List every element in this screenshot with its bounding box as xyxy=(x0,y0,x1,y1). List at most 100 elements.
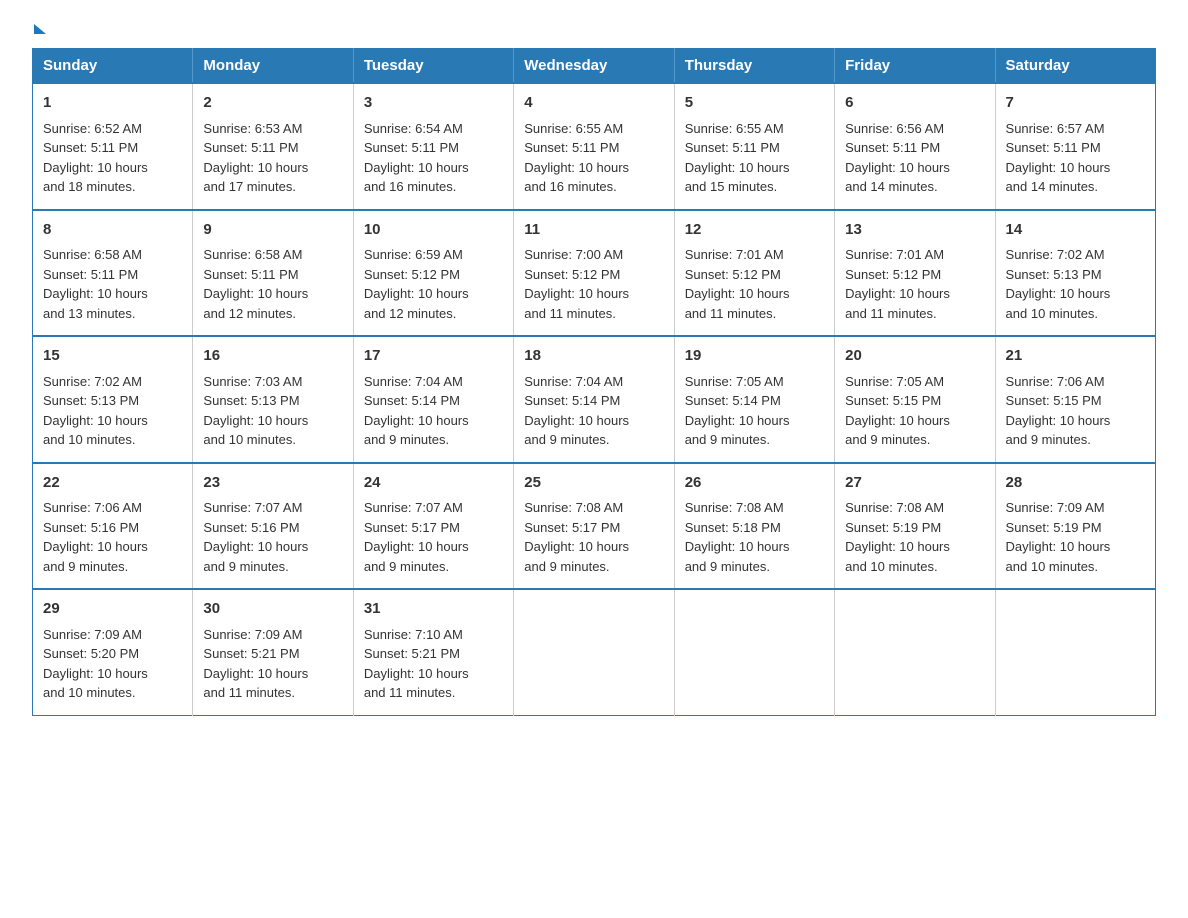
calendar-cell: 16 Sunrise: 7:03 AMSunset: 5:13 PMDaylig… xyxy=(193,336,353,463)
logo-arrow-icon xyxy=(34,24,46,34)
calendar-week-row: 15 Sunrise: 7:02 AMSunset: 5:13 PMDaylig… xyxy=(33,336,1156,463)
day-info: Sunrise: 6:53 AMSunset: 5:11 PMDaylight:… xyxy=(203,121,308,195)
day-number: 13 xyxy=(845,219,984,242)
calendar-cell: 14 Sunrise: 7:02 AMSunset: 5:13 PMDaylig… xyxy=(995,210,1155,337)
calendar-cell: 19 Sunrise: 7:05 AMSunset: 5:14 PMDaylig… xyxy=(674,336,834,463)
day-number: 16 xyxy=(203,345,342,368)
day-info: Sunrise: 7:00 AMSunset: 5:12 PMDaylight:… xyxy=(524,247,629,321)
weekday-header-wednesday: Wednesday xyxy=(514,49,674,84)
calendar-week-row: 1 Sunrise: 6:52 AMSunset: 5:11 PMDayligh… xyxy=(33,83,1156,210)
calendar-cell: 24 Sunrise: 7:07 AMSunset: 5:17 PMDaylig… xyxy=(353,463,513,590)
calendar-cell: 9 Sunrise: 6:58 AMSunset: 5:11 PMDayligh… xyxy=(193,210,353,337)
day-info: Sunrise: 7:03 AMSunset: 5:13 PMDaylight:… xyxy=(203,374,308,448)
calendar-cell: 17 Sunrise: 7:04 AMSunset: 5:14 PMDaylig… xyxy=(353,336,513,463)
calendar-cell: 10 Sunrise: 6:59 AMSunset: 5:12 PMDaylig… xyxy=(353,210,513,337)
day-info: Sunrise: 6:52 AMSunset: 5:11 PMDaylight:… xyxy=(43,121,148,195)
calendar-cell: 7 Sunrise: 6:57 AMSunset: 5:11 PMDayligh… xyxy=(995,83,1155,210)
weekday-header-sunday: Sunday xyxy=(33,49,193,84)
day-number: 5 xyxy=(685,92,824,115)
day-info: Sunrise: 7:07 AMSunset: 5:16 PMDaylight:… xyxy=(203,500,308,574)
calendar-cell: 1 Sunrise: 6:52 AMSunset: 5:11 PMDayligh… xyxy=(33,83,193,210)
day-info: Sunrise: 7:06 AMSunset: 5:16 PMDaylight:… xyxy=(43,500,148,574)
calendar-cell: 21 Sunrise: 7:06 AMSunset: 5:15 PMDaylig… xyxy=(995,336,1155,463)
day-number: 30 xyxy=(203,598,342,621)
day-number: 9 xyxy=(203,219,342,242)
calendar-cell: 13 Sunrise: 7:01 AMSunset: 5:12 PMDaylig… xyxy=(835,210,995,337)
day-number: 6 xyxy=(845,92,984,115)
day-number: 15 xyxy=(43,345,182,368)
weekday-header-thursday: Thursday xyxy=(674,49,834,84)
day-number: 22 xyxy=(43,472,182,495)
logo xyxy=(32,24,46,30)
calendar-cell xyxy=(995,589,1155,715)
weekday-header-friday: Friday xyxy=(835,49,995,84)
calendar-cell: 3 Sunrise: 6:54 AMSunset: 5:11 PMDayligh… xyxy=(353,83,513,210)
day-info: Sunrise: 6:57 AMSunset: 5:11 PMDaylight:… xyxy=(1006,121,1111,195)
day-info: Sunrise: 6:55 AMSunset: 5:11 PMDaylight:… xyxy=(685,121,790,195)
calendar-week-row: 22 Sunrise: 7:06 AMSunset: 5:16 PMDaylig… xyxy=(33,463,1156,590)
day-number: 1 xyxy=(43,92,182,115)
day-number: 18 xyxy=(524,345,663,368)
day-info: Sunrise: 6:56 AMSunset: 5:11 PMDaylight:… xyxy=(845,121,950,195)
calendar-cell xyxy=(835,589,995,715)
day-number: 29 xyxy=(43,598,182,621)
calendar-header: SundayMondayTuesdayWednesdayThursdayFrid… xyxy=(33,49,1156,84)
day-number: 24 xyxy=(364,472,503,495)
day-info: Sunrise: 7:01 AMSunset: 5:12 PMDaylight:… xyxy=(685,247,790,321)
calendar-cell xyxy=(514,589,674,715)
day-number: 27 xyxy=(845,472,984,495)
calendar-cell: 23 Sunrise: 7:07 AMSunset: 5:16 PMDaylig… xyxy=(193,463,353,590)
day-info: Sunrise: 7:05 AMSunset: 5:15 PMDaylight:… xyxy=(845,374,950,448)
calendar-cell: 6 Sunrise: 6:56 AMSunset: 5:11 PMDayligh… xyxy=(835,83,995,210)
day-info: Sunrise: 7:07 AMSunset: 5:17 PMDaylight:… xyxy=(364,500,469,574)
day-number: 20 xyxy=(845,345,984,368)
day-number: 2 xyxy=(203,92,342,115)
weekday-header-tuesday: Tuesday xyxy=(353,49,513,84)
weekday-header-row: SundayMondayTuesdayWednesdayThursdayFrid… xyxy=(33,49,1156,84)
day-info: Sunrise: 6:55 AMSunset: 5:11 PMDaylight:… xyxy=(524,121,629,195)
day-info: Sunrise: 6:54 AMSunset: 5:11 PMDaylight:… xyxy=(364,121,469,195)
day-number: 10 xyxy=(364,219,503,242)
day-info: Sunrise: 7:09 AMSunset: 5:20 PMDaylight:… xyxy=(43,627,148,701)
day-info: Sunrise: 7:04 AMSunset: 5:14 PMDaylight:… xyxy=(364,374,469,448)
day-number: 21 xyxy=(1006,345,1145,368)
day-info: Sunrise: 7:04 AMSunset: 5:14 PMDaylight:… xyxy=(524,374,629,448)
calendar-cell: 31 Sunrise: 7:10 AMSunset: 5:21 PMDaylig… xyxy=(353,589,513,715)
day-number: 4 xyxy=(524,92,663,115)
calendar-cell: 12 Sunrise: 7:01 AMSunset: 5:12 PMDaylig… xyxy=(674,210,834,337)
day-info: Sunrise: 6:58 AMSunset: 5:11 PMDaylight:… xyxy=(43,247,148,321)
day-number: 26 xyxy=(685,472,824,495)
calendar-week-row: 8 Sunrise: 6:58 AMSunset: 5:11 PMDayligh… xyxy=(33,210,1156,337)
day-info: Sunrise: 7:06 AMSunset: 5:15 PMDaylight:… xyxy=(1006,374,1111,448)
calendar-cell xyxy=(674,589,834,715)
calendar-cell: 27 Sunrise: 7:08 AMSunset: 5:19 PMDaylig… xyxy=(835,463,995,590)
calendar-cell: 22 Sunrise: 7:06 AMSunset: 5:16 PMDaylig… xyxy=(33,463,193,590)
weekday-header-saturday: Saturday xyxy=(995,49,1155,84)
weekday-header-monday: Monday xyxy=(193,49,353,84)
day-info: Sunrise: 7:09 AMSunset: 5:21 PMDaylight:… xyxy=(203,627,308,701)
calendar-cell: 25 Sunrise: 7:08 AMSunset: 5:17 PMDaylig… xyxy=(514,463,674,590)
day-number: 12 xyxy=(685,219,824,242)
day-info: Sunrise: 7:08 AMSunset: 5:19 PMDaylight:… xyxy=(845,500,950,574)
day-number: 31 xyxy=(364,598,503,621)
day-number: 23 xyxy=(203,472,342,495)
day-number: 28 xyxy=(1006,472,1145,495)
calendar-cell: 4 Sunrise: 6:55 AMSunset: 5:11 PMDayligh… xyxy=(514,83,674,210)
calendar-cell: 18 Sunrise: 7:04 AMSunset: 5:14 PMDaylig… xyxy=(514,336,674,463)
day-info: Sunrise: 7:05 AMSunset: 5:14 PMDaylight:… xyxy=(685,374,790,448)
calendar-table: SundayMondayTuesdayWednesdayThursdayFrid… xyxy=(32,48,1156,716)
calendar-week-row: 29 Sunrise: 7:09 AMSunset: 5:20 PMDaylig… xyxy=(33,589,1156,715)
day-info: Sunrise: 7:10 AMSunset: 5:21 PMDaylight:… xyxy=(364,627,469,701)
day-info: Sunrise: 7:02 AMSunset: 5:13 PMDaylight:… xyxy=(1006,247,1111,321)
day-info: Sunrise: 6:58 AMSunset: 5:11 PMDaylight:… xyxy=(203,247,308,321)
day-number: 3 xyxy=(364,92,503,115)
day-number: 19 xyxy=(685,345,824,368)
calendar-cell: 11 Sunrise: 7:00 AMSunset: 5:12 PMDaylig… xyxy=(514,210,674,337)
calendar-cell: 5 Sunrise: 6:55 AMSunset: 5:11 PMDayligh… xyxy=(674,83,834,210)
calendar-cell: 8 Sunrise: 6:58 AMSunset: 5:11 PMDayligh… xyxy=(33,210,193,337)
day-info: Sunrise: 7:09 AMSunset: 5:19 PMDaylight:… xyxy=(1006,500,1111,574)
day-info: Sunrise: 6:59 AMSunset: 5:12 PMDaylight:… xyxy=(364,247,469,321)
calendar-cell: 15 Sunrise: 7:02 AMSunset: 5:13 PMDaylig… xyxy=(33,336,193,463)
calendar-cell: 26 Sunrise: 7:08 AMSunset: 5:18 PMDaylig… xyxy=(674,463,834,590)
calendar-cell: 20 Sunrise: 7:05 AMSunset: 5:15 PMDaylig… xyxy=(835,336,995,463)
